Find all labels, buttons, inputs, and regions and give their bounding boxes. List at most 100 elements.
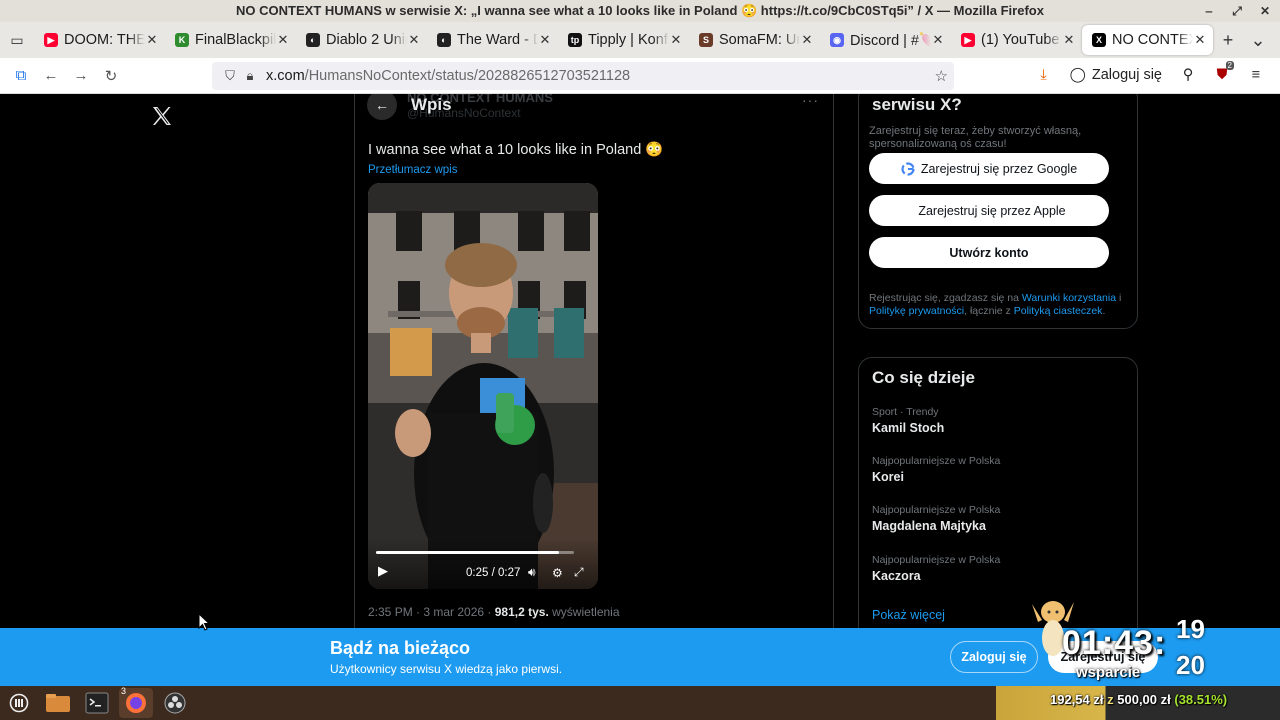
browser-tab[interactable]: ◉ Discord | #💘 ✕ [820,25,951,55]
file-manager-icon[interactable] [41,688,75,718]
tracking-shield-icon[interactable]: ⛉ [220,68,240,84]
legal-text-4: . [1102,305,1106,317]
x-logo-icon[interactable] [150,104,174,128]
tab-favicon-icon: S [699,33,713,47]
reload-icon[interactable]: ↻ [96,61,126,91]
cookies-link[interactable]: Polityką ciasteczek [1014,305,1103,317]
create-account-button[interactable]: Utwórz konto [869,237,1109,268]
browser-tab[interactable]: tp Tipply | Konfiguracja✕ [558,25,689,55]
signup-apple-button[interactable]: Zarejestruj się przez Apple [869,195,1109,226]
browser-tab[interactable]: S SomaFM: Underground✕ [689,25,820,55]
signup-legal: Rejestrując się, zgadzasz się na Warunki… [869,292,1131,318]
browser-tab[interactable]: K FinalBlackpill ✕ [165,25,296,55]
tab-label: NO CONTEXT HUMANS [1112,32,1193,48]
back-arrow-icon[interactable]: ← [367,94,397,120]
firefox-window-count: 3 [121,686,127,696]
tab-close-icon[interactable]: ✕ [538,32,552,48]
lock-icon[interactable]: 🔒︎ [240,68,260,84]
translate-link[interactable]: Przetłumacz wpis [368,164,457,176]
menu-icon[interactable]: ≡ [1242,61,1270,89]
minimize-icon[interactable]: ‒ [1200,2,1218,20]
browser-tab[interactable]: ◐ The Ward - Diablo✕ [427,25,558,55]
fullscreen-icon[interactable]: ⤢ [574,565,584,580]
privacy-link[interactable]: Politykę prywatności [869,305,964,317]
donation-current: 192,54 zł [1050,692,1104,707]
mouse-cursor-icon [198,613,210,631]
window-titlebar: NO CONTEXT HUMANS w serwisie X: „I wanna… [0,0,1280,22]
video-frame [368,183,598,589]
tab-favicon-icon: tp [568,33,582,47]
signup-google-button[interactable]: Zarejestruj się przez Google [869,153,1109,184]
forward-icon[interactable]: → [66,61,96,91]
tab-label: DOOM: THE DARK AGES [64,32,145,48]
url-text[interactable]: x.com/HumansNoContext/status/20288265127… [266,68,630,84]
bookmark-star-icon[interactable]: ☆ [935,67,948,85]
legal-text-2: i [1116,292,1122,304]
downloads-icon[interactable]: ⤓ [1030,61,1058,89]
browser-tab[interactable]: ▶ DOOM: THE DARK AGES✕ [34,25,165,55]
tab-close-icon[interactable]: ✕ [145,32,159,48]
signup-card: serwisu X? Zarejestruj się teraz, żeby s… [858,94,1138,329]
tab-list-icon[interactable]: ▭ [0,22,34,58]
terms-link[interactable]: Warunki korzystania [1022,292,1116,304]
terminal-icon[interactable] [80,688,114,718]
login-button[interactable]: ◯ Zaloguj się [1064,67,1168,83]
tab-close-icon[interactable]: ✕ [276,32,290,48]
extensions-icon[interactable]: ⚲ [1174,61,1202,89]
trend-context: Najpopularniejsze w Polska [872,504,1001,516]
settings-icon[interactable]: ⚙ [552,566,563,580]
tweet-video[interactable]: ▶ 0:25 / 0:27 🔊︎ ⚙ ⤢ [368,183,598,589]
tab-close-icon[interactable]: ✕ [407,32,421,48]
obs-icon[interactable] [158,688,192,718]
sidebar-icon[interactable]: ⧉ [6,61,36,91]
tab-favicon-icon: ◐ [306,33,320,47]
tab-favicon-icon: K [175,33,189,47]
tab-close-icon[interactable]: ✕ [931,32,945,48]
signup-apple-label: Zarejestruj się przez Apple [918,203,1066,218]
trend-item[interactable]: Najpopularniejsze w Polska Korei [872,455,1000,484]
browser-tab[interactable]: ▶ (1) YouTube ✕ [951,25,1082,55]
all-tabs-chevron-icon[interactable]: ⌄ [1243,25,1273,55]
legal-text-3: , łącznie z [964,305,1014,317]
trend-item[interactable]: Najpopularniejsze w Polska Kaczora [872,554,1000,583]
tweet-views-count: 981,2 tys. [494,605,549,619]
video-time-separator: / [491,567,495,579]
feed-header-title: Wpis [411,95,452,114]
close-icon[interactable]: ✕ [1256,2,1274,20]
trend-context: Sport · Trendy [872,406,939,418]
tweet-date[interactable]: 3 mar 2026 [423,605,484,619]
maximize-icon[interactable]: ⤢ [1228,2,1246,20]
new-tab-icon[interactable]: + [1213,25,1243,55]
video-progress-fill [376,551,560,554]
start-menu-icon[interactable] [2,688,36,718]
show-more-link[interactable]: Pokaż więcej [872,608,945,622]
tab-label: FinalBlackpill [195,32,276,48]
account-icon: ◯ [1069,67,1086,83]
video-duration: 0:27 [498,567,521,579]
tab-favicon-icon: ◉ [830,33,844,47]
trend-item[interactable]: Najpopularniejsze w Polska Magdalena Majt… [872,504,1000,533]
trend-item[interactable]: Sport · Trendy Kamil Stoch [872,406,944,435]
banner-login-button[interactable]: Zaloguj się [950,641,1038,673]
browser-tab[interactable]: X NO CONTEXT HUMANS✕ [1082,25,1213,55]
play-icon[interactable]: ▶ [378,563,388,579]
tab-close-icon[interactable]: ✕ [669,32,683,48]
donation-goal-text: 192,54 zł z 500,00 zł (38.51%) [1050,692,1227,707]
url-bar[interactable]: ⛉ 🔒︎ x.com/HumansNoContext/status/202882… [212,62,954,90]
donation-of: z [1107,692,1114,707]
tab-close-icon[interactable]: ✕ [1062,32,1076,48]
banner-title: Bądź na bieżąco [330,638,471,658]
volume-icon[interactable]: 🔊︎ [528,565,536,580]
tweet-time[interactable]: 2:35 PM [368,605,413,619]
tab-close-icon[interactable]: ✕ [1193,32,1207,48]
more-options-icon[interactable]: ··· [802,94,819,108]
video-progress-bar[interactable] [376,551,574,554]
firefox-taskbar-icon[interactable]: 3 [119,686,153,718]
tab-close-icon[interactable]: ✕ [800,32,814,48]
window-controls: ‒ ⤢ ✕ [1200,2,1274,20]
back-icon[interactable]: ← [36,61,66,91]
ublock-icon[interactable]: ⛊ 2 [1208,61,1236,89]
create-account-label: Utwórz konto [949,245,1029,260]
browser-tab[interactable]: ◐ Diablo 2 Unique✕ [296,25,427,55]
toolbar-right: ⤓ ◯ Zaloguj się ⚲ ⛊ 2 ≡ [1030,61,1270,89]
